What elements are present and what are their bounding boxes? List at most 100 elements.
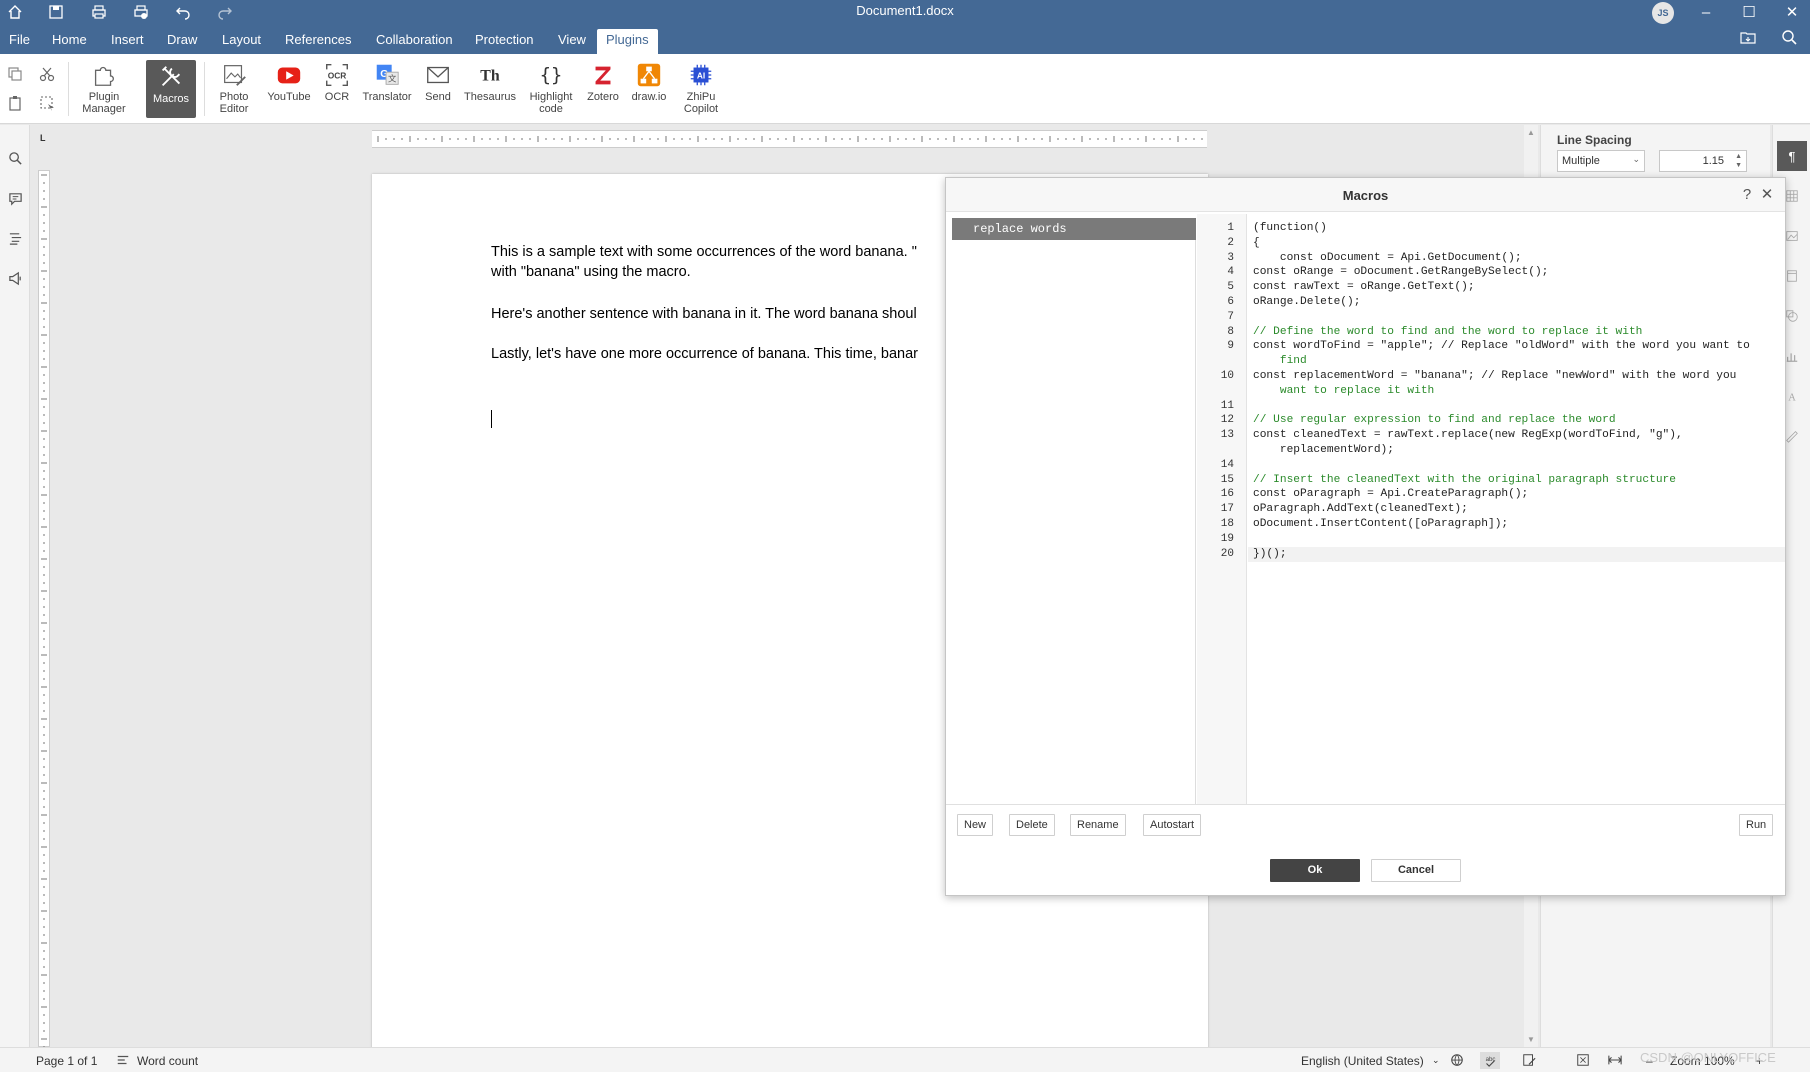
code-line[interactable]: oDocument.InsertContent([oParagraph]); [1253, 518, 1508, 530]
select-all-icon[interactable] [36, 92, 58, 114]
svg-text:AI: AI [697, 71, 705, 81]
help-icon[interactable]: ? [1738, 185, 1756, 203]
braces-icon: {} [536, 60, 566, 90]
code-line[interactable]: const oDocument = Api.GetDocument(); [1253, 252, 1522, 264]
tab-view[interactable]: View [549, 29, 595, 54]
thesaurus-button[interactable]: Th Thesaurus [460, 60, 520, 118]
code-line[interactable]: oRange.Delete(); [1253, 296, 1360, 308]
dialog-header[interactable]: Macros ? ✕ [946, 178, 1785, 212]
vertical-ruler[interactable] [38, 170, 50, 1048]
line-spacing-mode-select[interactable]: Multiple ⌄ [1557, 150, 1645, 172]
code-line[interactable]: const oRange = oDocument.GetRangeBySelec… [1253, 266, 1548, 278]
tab-collaboration[interactable]: Collaboration [367, 29, 462, 54]
comments-icon[interactable] [4, 187, 26, 209]
navigation-icon[interactable] [4, 227, 26, 249]
autostart-button[interactable]: Autostart [1143, 814, 1202, 836]
line-number: 12 [1220, 414, 1234, 427]
title-bar: Document1.docx JS – ☐ ✕ [0, 0, 1810, 24]
macro-code-editor[interactable]: 1 2 3 4 5 6 7 8 9 10 11 12 13 14 15 16 17 18 19 20 (functio… [1197, 214, 1785, 804]
line-number: 5 [1227, 281, 1234, 294]
search-icon[interactable] [1781, 29, 1803, 49]
globe-icon[interactable] [1450, 1053, 1464, 1070]
track-changes-icon[interactable] [1522, 1053, 1536, 1070]
toolbar-separator [68, 62, 69, 116]
watermark: CSDN @ONLYOFFICE [1640, 1050, 1776, 1065]
ok-button[interactable]: Ok [1270, 859, 1360, 882]
code-line[interactable]: replacementWord); [1253, 444, 1394, 456]
youtube-button[interactable]: YouTube [264, 60, 314, 118]
page-indicator[interactable]: Page 1 of 1 [36, 1054, 97, 1068]
macros-button[interactable]: Macros [146, 60, 196, 118]
paragraph-settings-icon[interactable]: ¶ [1777, 141, 1807, 171]
code-line[interactable]: const oParagraph = Api.CreateParagraph()… [1253, 488, 1528, 500]
zotero-button[interactable]: Zotero [582, 60, 624, 118]
drawio-button[interactable]: draw.io [626, 60, 672, 118]
word-count-icon[interactable] [116, 1053, 130, 1070]
maximize-icon[interactable]: ☐ [1727, 0, 1771, 24]
code-line[interactable]: // Use regular expression to find and re… [1253, 414, 1616, 426]
code-line[interactable]: const wordToFind = "apple"; // Replace "… [1253, 340, 1750, 352]
plugin-manager-button[interactable]: Plugin Manager [78, 60, 130, 118]
close-window-icon[interactable]: ✕ [1770, 0, 1810, 24]
highlight-code-button[interactable]: {} Highlight code [524, 60, 578, 118]
line-number: 1 [1227, 222, 1234, 234]
language-selector[interactable]: English (United States) [1301, 1054, 1424, 1068]
code-line[interactable]: // Define the word to find and the word … [1253, 326, 1642, 338]
line-number: 6 [1227, 296, 1234, 308]
code-line[interactable]: want to replace it with [1253, 385, 1434, 397]
scroll-down-icon[interactable]: ▼ [1527, 1035, 1535, 1044]
tab-home[interactable]: Home [43, 29, 96, 54]
youtube-label: YouTube [267, 91, 311, 103]
code-line[interactable]: { [1253, 237, 1260, 249]
line-number: 19 [1220, 532, 1234, 545]
translator-button[interactable]: G文 Translator [360, 60, 414, 118]
send-button[interactable]: Send [420, 60, 456, 118]
code-line[interactable]: (function() [1253, 222, 1327, 234]
feedback-icon[interactable] [4, 267, 26, 289]
scroll-up-icon[interactable]: ▲ [1527, 128, 1535, 137]
tab-insert[interactable]: Insert [102, 29, 153, 54]
zhipu-copilot-button[interactable]: AI ZhiPu Copilot [676, 60, 726, 118]
line-number-gutter: 1 2 3 4 5 6 7 8 9 10 11 12 13 14 15 16 17 18 19 20 [1197, 214, 1247, 804]
tab-draw[interactable]: Draw [158, 29, 206, 54]
code-line[interactable]: oParagraph.AddText(cleanedText); [1253, 503, 1468, 515]
code-line[interactable]: })(); [1253, 548, 1287, 560]
ocr-button[interactable]: OCR OCR [320, 60, 354, 118]
new-macro-button[interactable]: New [957, 814, 994, 836]
tab-references[interactable]: References [276, 29, 360, 54]
tab-plugins[interactable]: Plugins [597, 29, 658, 54]
line-number: 16 [1220, 488, 1234, 501]
tab-stop-selector[interactable]: L [40, 133, 52, 145]
code-line[interactable]: const rawText = oRange.GetText(); [1253, 281, 1475, 293]
horizontal-ruler[interactable] [372, 130, 1207, 148]
fit-width-icon[interactable] [1608, 1053, 1622, 1070]
code-line[interactable]: find [1253, 355, 1307, 367]
word-count-button[interactable]: Word count [137, 1054, 198, 1068]
fit-page-icon[interactable] [1576, 1053, 1590, 1070]
tab-layout[interactable]: Layout [213, 29, 270, 54]
run-macro-button[interactable]: Run [1739, 814, 1774, 836]
minimize-icon[interactable]: – [1684, 0, 1728, 24]
spellcheck-icon[interactable]: abc [1480, 1052, 1500, 1069]
line-spacing-value-input[interactable]: 1.15 ▲ ▼ [1659, 150, 1747, 172]
cancel-button[interactable]: Cancel [1371, 859, 1461, 882]
photo-editor-button[interactable]: Photo Editor [210, 60, 258, 118]
spinner-arrows-icon[interactable]: ▲ ▼ [1735, 152, 1742, 170]
toolbar-separator [204, 62, 205, 116]
tab-protection[interactable]: Protection [466, 29, 543, 54]
macro-list[interactable]: replace words [952, 218, 1196, 804]
code-line[interactable]: const cleanedText = rawText.replace(new … [1253, 429, 1683, 441]
avatar[interactable]: JS [1652, 2, 1674, 24]
macro-item-replace-words[interactable]: replace words [952, 218, 1196, 240]
paste-icon[interactable] [4, 92, 26, 114]
rename-macro-button[interactable]: Rename [1070, 814, 1126, 836]
code-line[interactable]: const replacementWord = "banana"; // Rep… [1253, 370, 1736, 382]
search-icon[interactable] [4, 147, 26, 169]
cut-icon[interactable] [36, 63, 58, 85]
delete-macro-button[interactable]: Delete [1009, 814, 1055, 836]
copy-icon[interactable] [4, 63, 26, 85]
open-location-icon[interactable] [1740, 29, 1762, 49]
close-icon[interactable]: ✕ [1758, 185, 1776, 203]
tab-file[interactable]: File [0, 29, 39, 54]
code-line[interactable]: // Insert the cleanedText with the origi… [1253, 474, 1676, 486]
